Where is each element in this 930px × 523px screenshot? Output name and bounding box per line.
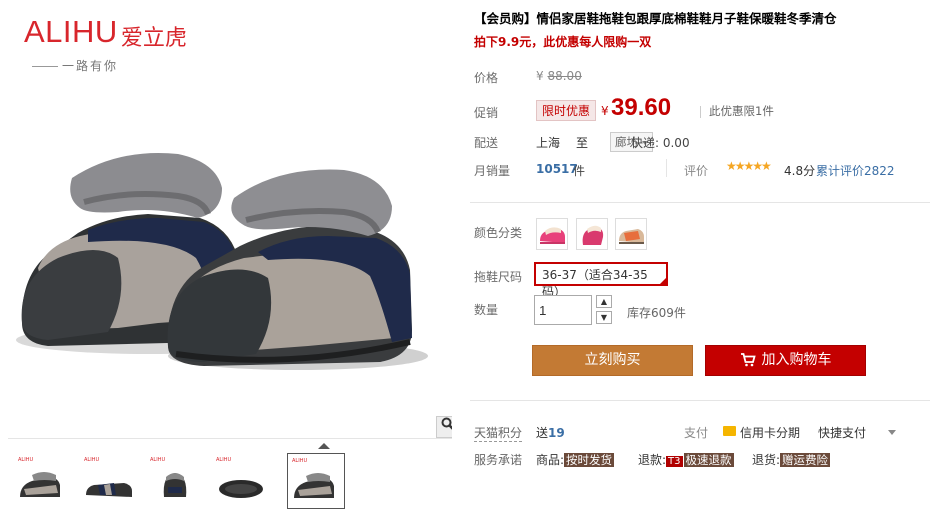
- selected-check-icon: [659, 277, 667, 285]
- credit-card-icon: [723, 426, 736, 436]
- rating-stars-icon: ★★★★★: [726, 159, 772, 173]
- size-option-selected[interactable]: 36-37（适合34-35码）: [534, 262, 668, 299]
- color-swatch-pink-alt: [582, 225, 604, 245]
- thumbnail-4[interactable]: ALIHU: [212, 453, 270, 509]
- thumbnail-shoe-sole: [219, 480, 263, 498]
- color-label: 颜色分类: [474, 226, 523, 240]
- promo-text: 拍下9.9元，此优惠每人限购一双: [474, 35, 652, 49]
- review-count-link[interactable]: 累计评价2822: [816, 162, 895, 179]
- thumbnail-3[interactable]: ALIHU: [146, 453, 204, 509]
- cart-icon: [740, 353, 756, 367]
- product-gallery: ALIHU 爱立虎 一路有你 ALIHU ALIHU ALIHU ALIHU A…: [0, 0, 452, 523]
- service-prefix: 商品:: [536, 453, 565, 467]
- brand-slogan: 一路有你: [32, 57, 187, 74]
- limit-note: 此优惠限1件: [700, 103, 774, 119]
- ship-to-word: 至: [576, 136, 589, 150]
- promo-label: 促销: [474, 106, 499, 120]
- t3-badge: T3: [666, 456, 683, 467]
- service-fast-refund[interactable]: 退款: T3 极速退款: [638, 451, 734, 468]
- quantity-increase-button[interactable]: ▲: [596, 295, 612, 308]
- thumbnail-brand: ALIHU: [18, 457, 34, 463]
- add-to-cart-label: 加入购物车: [761, 352, 832, 368]
- fast-pay[interactable]: 快捷支付: [818, 424, 866, 441]
- brand-logo: ALIHU 爱立虎 一路有你: [24, 14, 187, 74]
- product-title: 【会员购】情侣家居鞋拖鞋包跟厚底棉鞋鞋月子鞋保暖鞋冬季清仓: [474, 11, 837, 26]
- currency-symbol: ¥: [601, 104, 609, 118]
- original-price: ¥ 88.00: [536, 69, 582, 83]
- divider: [470, 400, 930, 401]
- express-fee: 快递: 0.00: [631, 136, 690, 150]
- monthly-sales-label: 月销量: [474, 164, 511, 178]
- service-tag: 极速退款: [683, 453, 734, 467]
- thumbnail-shoes: [20, 472, 60, 497]
- size-label: 拖鞋尺码: [474, 270, 523, 284]
- credit-card-installment[interactable]: 信用卡分期: [740, 424, 800, 441]
- divider: [666, 159, 667, 177]
- active-thumb-arrow: [318, 443, 330, 449]
- quantity-decrease-button[interactable]: ▼: [596, 311, 612, 324]
- ship-from: 上海: [536, 136, 561, 150]
- original-price-value: 88.00: [547, 69, 582, 83]
- tmall-points-label[interactable]: 天猫积分: [474, 424, 523, 442]
- brand-name-cn: 爱立虎: [120, 26, 187, 51]
- points-value: 19: [548, 426, 565, 440]
- rating-label: 评价: [684, 164, 709, 178]
- chevron-down-icon: ▼: [600, 313, 608, 322]
- price-label: 价格: [474, 71, 499, 85]
- stock-count: 库存609件: [627, 306, 686, 320]
- color-swatch-pink: [540, 227, 565, 244]
- quantity-input[interactable]: [534, 295, 592, 325]
- points-prefix: 送: [536, 426, 549, 440]
- thumbnail-brand: ALIHU: [292, 458, 308, 464]
- thumbnail-2[interactable]: ALIHU: [80, 453, 138, 509]
- current-price: 39.60: [611, 94, 672, 121]
- pay-label: 支付: [684, 426, 709, 440]
- service-return-insurance[interactable]: 退货: 赠运费险: [752, 451, 831, 468]
- main-product-image[interactable]: ALIHU 爱立虎 一路有你: [8, 0, 452, 438]
- shoes-illustration: [16, 153, 428, 370]
- qty-label: 数量: [474, 303, 499, 317]
- buy-now-button[interactable]: 立刻购买: [532, 345, 693, 376]
- service-prefix: 退款:: [638, 453, 667, 467]
- thumbnail-brand: ALIHU: [84, 457, 100, 463]
- thumbnail-shoe-side: [86, 483, 132, 497]
- monthly-sales-value: 10517: [536, 162, 578, 176]
- color-option-2[interactable]: [576, 218, 608, 250]
- thumbnail-strip: ALIHU ALIHU ALIHU ALIHU ALIHU: [8, 438, 452, 523]
- divider: [470, 202, 930, 203]
- color-option-3[interactable]: [615, 218, 647, 250]
- thumbnail-shoe-back: [163, 473, 187, 497]
- thumbnail-brand: ALIHU: [216, 457, 232, 463]
- thumbnail-shoes: [294, 473, 334, 498]
- chevron-up-icon: ▲: [600, 297, 608, 306]
- service-prefix: 退货:: [752, 453, 781, 467]
- thumbnail-1[interactable]: ALIHU: [14, 453, 72, 509]
- limited-offer-badge: 限时优惠: [536, 100, 597, 121]
- color-option-1[interactable]: [536, 218, 568, 250]
- service-label: 服务承诺: [474, 453, 523, 467]
- delivery-label: 配送: [474, 136, 499, 150]
- chevron-down-icon[interactable]: [888, 430, 896, 435]
- thumbnail-5[interactable]: ALIHU: [287, 453, 345, 509]
- rating-score: 4.8分: [784, 164, 816, 178]
- product-info: 【会员购】情侣家居鞋拖鞋包跟厚底棉鞋鞋月子鞋保暖鞋冬季清仓 拍下9.9元，此优惠…: [470, 0, 930, 523]
- thumbnail-brand: ALIHU: [150, 457, 166, 463]
- tmall-points: 送19: [536, 424, 565, 441]
- color-swatch-tan: [619, 229, 644, 244]
- original-price-symbol: ¥: [536, 69, 544, 83]
- service-tag: 赠运费险: [780, 453, 831, 467]
- zoom-button[interactable]: [436, 416, 452, 438]
- service-tag: 按时发货: [564, 453, 615, 467]
- buy-now-label: 立刻购买: [584, 352, 641, 368]
- monthly-sales-unit: 件: [573, 164, 586, 178]
- service-ontime-delivery[interactable]: 商品: 按时发货: [536, 451, 615, 468]
- add-to-cart-button[interactable]: 加入购物车: [705, 345, 866, 376]
- search-icon: [441, 417, 452, 430]
- brand-name-en: ALIHU: [24, 14, 118, 49]
